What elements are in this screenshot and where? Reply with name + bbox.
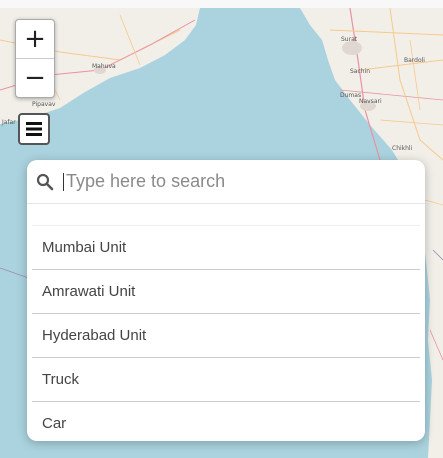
zoom-control: + − [15,19,55,98]
search-bar [27,160,425,204]
zoom-in-button[interactable]: + [16,20,54,58]
map-label-chikhli: Chikhli [392,145,413,152]
map-label-jafar: Jafar [1,119,16,126]
list-item-hyderabad-unit[interactable]: Hyderabad Unit [32,314,420,358]
text-caret [63,172,64,191]
map-label-bardoli: Bardoli [404,57,425,64]
results-spacer [32,204,420,226]
search-panel: Mumbai Unit Amrawati Unit Hyderabad Unit… [27,160,425,441]
list-item-mumbai-unit[interactable]: Mumbai Unit [32,226,420,270]
search-input[interactable] [66,171,396,192]
hamburger-menu-icon [26,122,42,136]
list-item-amrawati-unit[interactable]: Amrawati Unit [32,270,420,314]
results-list: Mumbai Unit Amrawati Unit Hyderabad Unit… [32,226,420,441]
list-item-car[interactable]: Car [32,402,420,441]
list-item-truck[interactable]: Truck [32,358,420,402]
map-label-sachin: Sachin [350,68,370,75]
search-icon [36,173,54,190]
map-label-pipavav: Pipavav [32,101,56,108]
zoom-out-button[interactable]: − [16,58,54,97]
map-label-dumas: Dumas [340,92,361,99]
map-label-navsari: Navsari [359,98,382,105]
map-label-mahuva: Mahuva [92,63,116,70]
menu-button[interactable] [18,113,50,145]
map-label-surat: Surat [341,36,358,43]
